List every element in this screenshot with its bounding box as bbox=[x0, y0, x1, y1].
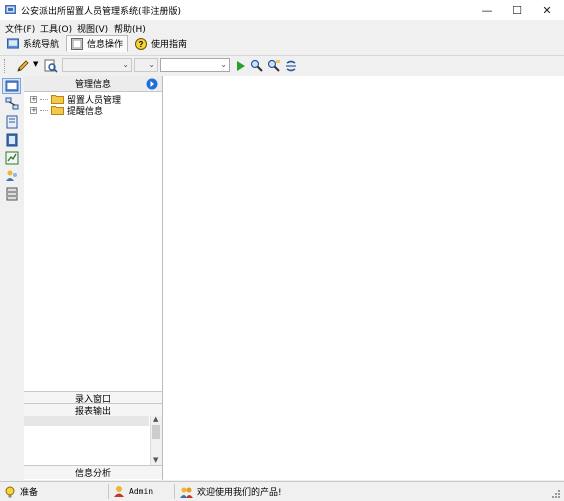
status-separator bbox=[108, 484, 109, 499]
folder-icon bbox=[51, 95, 64, 104]
section-report-output[interactable]: 报表输出 bbox=[24, 403, 162, 417]
maximize-button[interactable]: ☐ bbox=[502, 0, 532, 20]
status-message: 欢迎使用我们的产品! bbox=[180, 485, 282, 498]
form-icon[interactable] bbox=[5, 115, 19, 129]
lightbulb-icon bbox=[5, 486, 15, 497]
users-icon[interactable] bbox=[5, 169, 19, 183]
close-button[interactable]: ✕ bbox=[532, 0, 562, 20]
tab-user-guide[interactable]: ? 使用指南 bbox=[131, 35, 193, 52]
tree-item-reminder-info[interactable]: + 提醒信息 bbox=[30, 104, 104, 117]
report-list-selected-row[interactable] bbox=[24, 416, 149, 426]
advanced-search-icon[interactable] bbox=[267, 59, 281, 73]
tab-bar: 系统导航 信息操作 ? 使用指南 bbox=[0, 34, 564, 54]
status-separator bbox=[174, 484, 175, 499]
management-panel: 管理信息 + 留置人员管理 + 提醒信息 录入窗口 报表输出 ▲ ▼ 信息分析 bbox=[24, 76, 163, 480]
run-query-icon[interactable] bbox=[234, 59, 248, 73]
tab-label: 使用指南 bbox=[151, 40, 188, 50]
tree-expander[interactable]: + bbox=[30, 95, 37, 103]
status-bar: 准备 Admin 欢迎使用我们的产品! bbox=[0, 481, 564, 501]
search-user-icon[interactable] bbox=[250, 59, 264, 73]
tab-info-operation[interactable]: 信息操作 bbox=[66, 35, 128, 52]
filter-combo-2[interactable]: ⌄ bbox=[134, 58, 158, 72]
left-icon-strip bbox=[0, 76, 25, 480]
section-info-analysis[interactable]: 信息分析 bbox=[24, 465, 162, 479]
panel-title: 管理信息 bbox=[74, 80, 111, 90]
toolbar-grip bbox=[4, 59, 7, 73]
toolbar: ▼ ⌄ ⌄ ⌄ bbox=[0, 55, 564, 77]
window-view-icon[interactable] bbox=[5, 79, 19, 93]
filter-combo-1[interactable]: ⌄ bbox=[62, 58, 132, 72]
navigation-icon bbox=[7, 38, 19, 49]
tab-system-navigation[interactable]: 系统导航 bbox=[3, 35, 63, 52]
pencil-icon[interactable] bbox=[16, 59, 30, 73]
tab-label: 信息操作 bbox=[86, 40, 123, 50]
find-icon[interactable] bbox=[44, 59, 58, 73]
status-ready: 准备 bbox=[4, 485, 38, 498]
chevron-down-icon: ⌄ bbox=[122, 60, 129, 69]
scroll-up-icon[interactable]: ▲ bbox=[153, 415, 158, 423]
tree-expander[interactable]: + bbox=[30, 106, 37, 114]
app-logo-icon bbox=[5, 5, 16, 14]
tree-label: 提醒信息 bbox=[67, 106, 104, 117]
svg-text:?: ? bbox=[139, 40, 144, 49]
dropdown-arrow-icon[interactable]: ▼ bbox=[33, 60, 38, 68]
status-user: Admin bbox=[113, 485, 153, 497]
user-icon bbox=[114, 486, 124, 497]
document-icon[interactable] bbox=[5, 133, 19, 147]
scroll-down-icon[interactable]: ▼ bbox=[153, 456, 158, 464]
scroll-thumb[interactable] bbox=[152, 425, 160, 439]
chevron-down-icon: ⌄ bbox=[220, 60, 227, 69]
refresh-icon[interactable] bbox=[284, 59, 298, 73]
main-content-area bbox=[163, 76, 564, 480]
archive-icon[interactable] bbox=[5, 187, 19, 201]
users-group-icon bbox=[180, 487, 193, 498]
tab-label: 系统导航 bbox=[22, 40, 59, 50]
help-icon: ? bbox=[135, 37, 147, 50]
info-operation-icon bbox=[71, 37, 83, 50]
folder-icon bbox=[51, 106, 64, 115]
window-title: 公安派出所留置人员管理系统(非注册版) bbox=[21, 7, 182, 17]
report-scrollbar[interactable]: ▲ ▼ bbox=[150, 415, 162, 468]
panel-toggle-icon[interactable] bbox=[146, 78, 158, 90]
tree-connector bbox=[40, 109, 48, 111]
chart-icon[interactable] bbox=[5, 151, 19, 165]
tree-connector bbox=[40, 98, 48, 100]
minimize-button[interactable]: — bbox=[472, 0, 502, 20]
resize-grip-icon[interactable] bbox=[550, 488, 561, 499]
network-icon[interactable] bbox=[5, 97, 19, 111]
panel-header: 管理信息 bbox=[24, 76, 162, 92]
menu-bar: 文件(F) 工具(O) 视图(V) 帮助(H) bbox=[0, 20, 564, 35]
chevron-down-icon: ⌄ bbox=[148, 60, 155, 69]
search-value-combo[interactable]: ⌄ bbox=[160, 58, 230, 72]
title-bar: 公安派出所留置人员管理系统(非注册版) — ☐ ✕ bbox=[0, 0, 564, 20]
